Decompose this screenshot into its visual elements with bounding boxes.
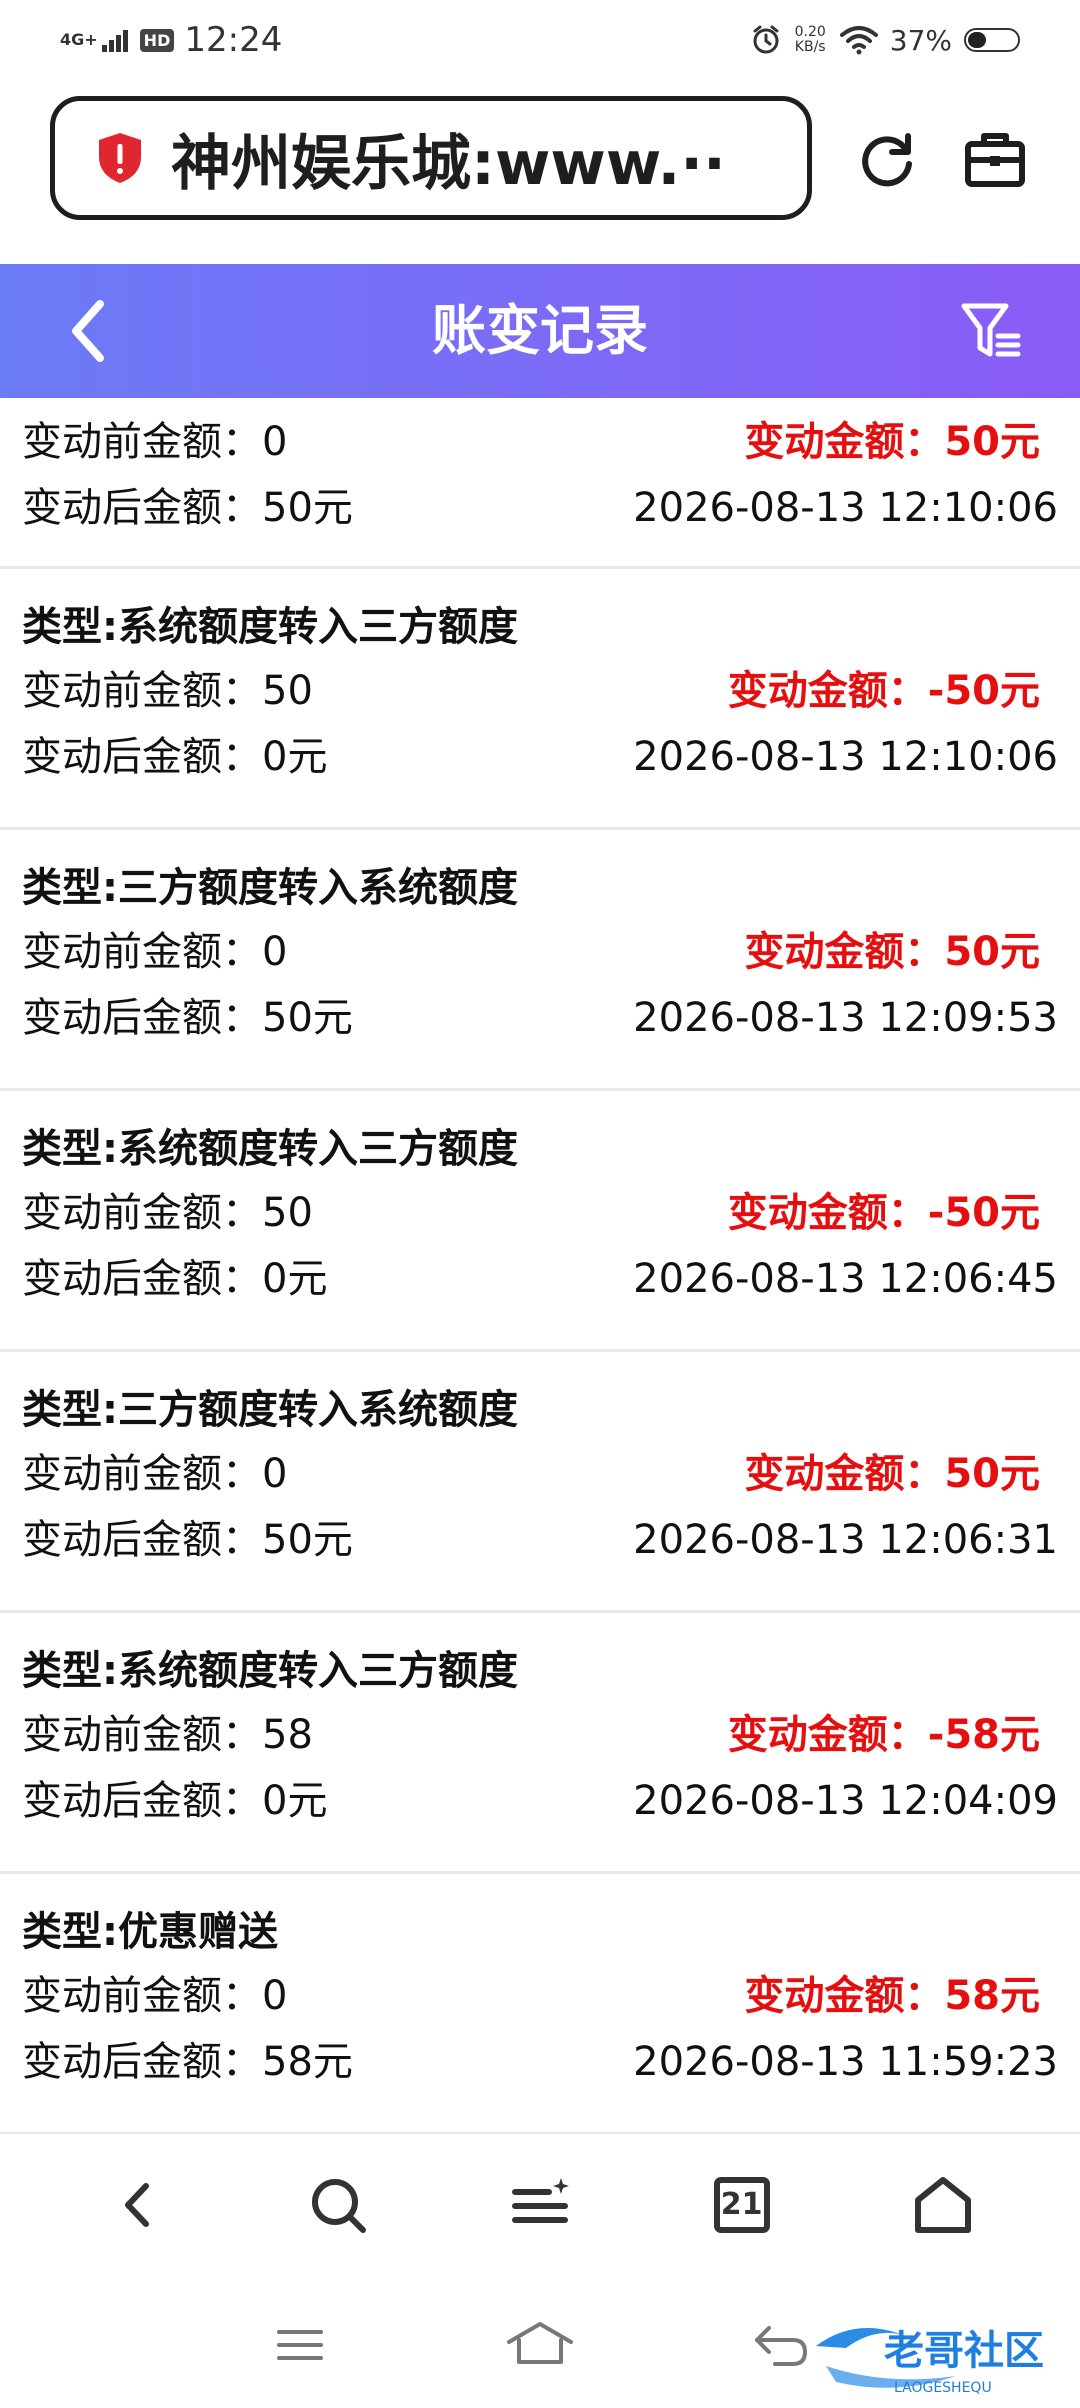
record-item: 类型:三方额度转入系统额度 变动前金额：0 变动金额：50元 变动后金额：50元… xyxy=(0,1352,1080,1613)
record-type: 类型:三方额度转入系统额度 xyxy=(22,865,518,911)
amount-after: 变动后金额：0元 xyxy=(22,1778,328,1824)
record-type: 类型:系统额度转入三方额度 xyxy=(22,1648,518,1694)
home-outline-icon xyxy=(507,2322,573,2364)
record-item: 类型:系统额度转入三方额度 变动前金额：50 变动金额：-50元 变动后金额：0… xyxy=(0,569,1080,830)
nav-menu-button[interactable] xyxy=(505,2170,575,2240)
browser-toolbar: 神州娱乐城:www.··· xyxy=(0,92,1080,228)
page-header: 账变记录 xyxy=(0,264,1080,398)
system-home-button[interactable] xyxy=(505,2310,575,2380)
chevron-left-icon xyxy=(124,2183,149,2227)
record-time: 2026-08-13 12:09:53 xyxy=(633,995,1058,1041)
change-amount: 变动金额：58元 xyxy=(744,1973,1040,2019)
back-arrow-icon[interactable] xyxy=(62,296,118,366)
record-time: 2026-08-13 12:10:06 xyxy=(633,734,1058,780)
change-amount: 变动金额：50元 xyxy=(744,419,1040,465)
change-amount: 变动金额：-58元 xyxy=(727,1712,1040,1758)
record-item: 类型:三方额度转入系统额度 变动前金额：0 变动金额：50元 变动后金额：50元… xyxy=(0,830,1080,1091)
status-left: 4G+ HD 12:24 xyxy=(60,20,282,60)
hamburger-icon xyxy=(277,2330,323,2360)
amount-after: 变动后金额：50元 xyxy=(22,485,353,531)
watermark-text: 老哥社区 xyxy=(884,2328,1044,2374)
record-time: 2026-08-13 12:10:06 xyxy=(633,485,1058,531)
record-time: 2026-08-13 12:06:31 xyxy=(633,1517,1058,1563)
change-amount: 变动金额：50元 xyxy=(744,1451,1040,1497)
nav-tabs-button[interactable]: 21 xyxy=(707,2170,777,2240)
amount-after: 变动后金额：58元 xyxy=(22,2039,353,2085)
record-item: 类型:优惠赠送 变动前金额：0 变动金额：58元 变动后金额：58元 2026-… xyxy=(0,1874,1080,2134)
tab-count: 21 xyxy=(720,2187,763,2222)
change-amount: 变动金额：-50元 xyxy=(727,668,1040,714)
amount-before: 变动前金额：0 xyxy=(22,419,288,465)
home-icon xyxy=(915,2177,972,2233)
amount-after: 变动后金额：50元 xyxy=(22,1517,353,1563)
filter-icon[interactable] xyxy=(960,300,1022,362)
change-amount: 变动金额：50元 xyxy=(744,929,1040,975)
watermark-logo: 老哥社区 LAOGESHEQU xyxy=(816,2328,1044,2396)
toolbox-icon[interactable] xyxy=(964,128,1026,190)
network-speed-value: 0.20 xyxy=(794,24,826,41)
amount-after: 变动后金额：0元 xyxy=(22,734,328,780)
status-right: 0.20 KB/s 37% xyxy=(737,24,1020,57)
alarm-icon xyxy=(751,25,781,55)
system-menu-button[interactable] xyxy=(265,2310,335,2380)
amount-after: 变动后金额：50元 xyxy=(22,995,353,1041)
reload-icon[interactable] xyxy=(856,128,918,190)
record-type: 类型:系统额度转入三方额度 xyxy=(22,604,518,650)
amount-after: 变动后金额：0元 xyxy=(22,1256,328,1302)
record-type: 类型:三方额度转入系统额度 xyxy=(22,1387,518,1433)
record-item: 变动前金额：0 变动金额：50元 变动后金额：50元 2026-08-13 12… xyxy=(0,398,1080,569)
record-item: 类型:系统额度转入三方额度 变动前金额：50 变动金额：-50元 变动后金额：0… xyxy=(0,1091,1080,1352)
url-text[interactable]: 神州娱乐城:www.··· xyxy=(171,115,731,202)
change-amount: 变动金额：-50元 xyxy=(727,1190,1040,1236)
signal-icon xyxy=(101,28,130,52)
address-bar[interactable]: 神州娱乐城:www.··· xyxy=(50,96,812,220)
amount-before: 变动前金额：0 xyxy=(22,1451,288,1497)
amount-before: 变动前金额：50 xyxy=(22,668,313,714)
amount-before: 变动前金额：0 xyxy=(22,1973,288,2019)
clock: 12:24 xyxy=(184,20,283,60)
network-type: 4G+ xyxy=(60,30,98,49)
hd-badge: HD xyxy=(139,28,175,52)
record-time: 2026-08-13 12:04:09 xyxy=(633,1778,1058,1824)
record-type: 类型:系统额度转入三方额度 xyxy=(22,1126,518,1172)
battery-fill xyxy=(968,32,986,48)
record-item: 类型:系统额度转入三方额度 变动前金额：58 变动金额：-58元 变动后金额：0… xyxy=(0,1613,1080,1874)
page-title: 账变记录 xyxy=(432,299,648,362)
record-time: 2026-08-13 11:59:23 xyxy=(633,2039,1058,2085)
record-time: 2026-08-13 12:06:45 xyxy=(633,1256,1058,1302)
network-speed: 0.20 KB/s xyxy=(795,25,826,54)
nav-search-button[interactable] xyxy=(303,2170,373,2240)
nav-back-button[interactable] xyxy=(102,2170,172,2240)
network-speed-unit: KB/s xyxy=(794,39,826,55)
security-shield-icon[interactable] xyxy=(97,131,143,185)
watermark-subtext: LAOGESHEQU xyxy=(894,2380,992,2396)
amount-before: 变动前金额：58 xyxy=(22,1712,313,1758)
amount-before: 变动前金额：0 xyxy=(22,929,288,975)
record-type: 类型:优惠赠送 xyxy=(22,1909,278,1955)
menu-sparkle-icon xyxy=(511,2178,569,2223)
status-bar: 4G+ HD 12:24 0.20 KB/s 37% xyxy=(0,0,1080,80)
browser-bottom-nav: 21 xyxy=(0,2150,1080,2260)
record-list[interactable]: 变动前金额：0 变动金额：50元 变动后金额：50元 2026-08-13 12… xyxy=(0,398,1080,2134)
battery-percent: 37% xyxy=(889,23,952,57)
battery-icon xyxy=(964,28,1020,52)
amount-before: 变动前金额：50 xyxy=(22,1190,313,1236)
nav-home-button[interactable] xyxy=(908,2170,978,2240)
wifi-icon xyxy=(839,25,878,55)
search-icon xyxy=(312,2179,367,2233)
